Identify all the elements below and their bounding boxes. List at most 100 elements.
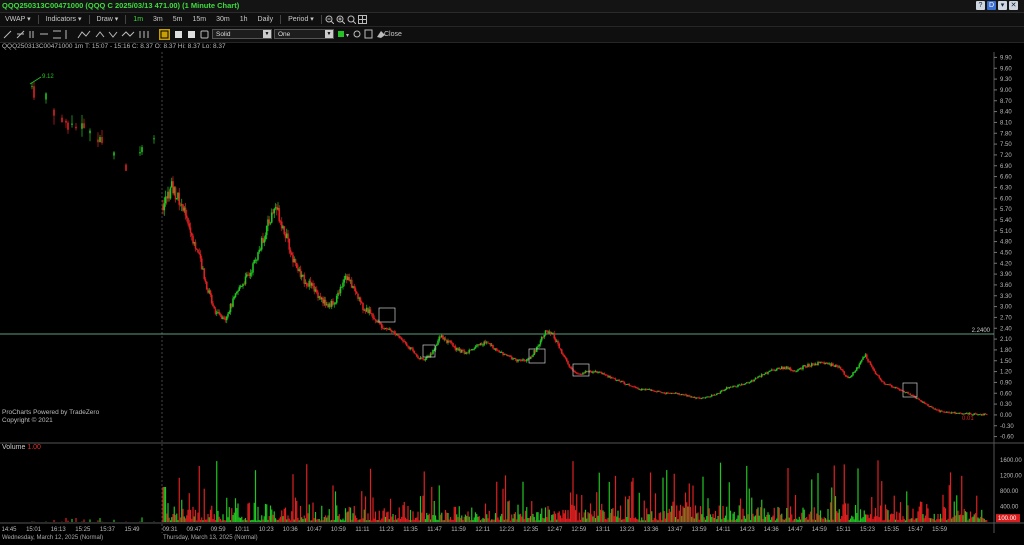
time-tick-label: 12:59 [571,527,587,533]
candle-body [570,367,573,369]
candle-body [312,283,314,287]
volume-bar [489,520,492,522]
volume-bar [953,501,955,522]
timeframe-1h[interactable]: 1h [235,13,253,26]
volume-bar [923,518,925,522]
volume-bar [403,501,405,522]
candle-body [628,384,631,386]
volume-bar [473,517,475,522]
volume-bar [583,512,585,522]
candle-body [510,356,513,360]
candle-body [83,123,85,129]
volume-bar [581,495,583,522]
volume-bar [408,519,410,522]
volume-bar [793,518,795,522]
volume-bar [586,518,588,522]
timeframe-15m[interactable]: 15m [188,13,212,26]
volume-bar [406,519,408,522]
volume-bar [679,504,682,522]
volume-bar [649,472,652,522]
volume-bar [264,503,267,522]
candle-body [240,286,243,287]
volume-bar [83,519,85,522]
timeframe-daily[interactable]: Daily [253,13,279,26]
candle-body [568,364,571,367]
candle-body [975,413,978,415]
volume-bar [353,506,355,522]
volume-bar [652,520,654,522]
volume-bar [211,505,213,522]
ohlc-info: QQQ250313C00471000 1m T: 15:07 - 15:16 C… [2,43,226,50]
candle-body [865,354,868,359]
candle-body [198,252,201,254]
timeframe-1m[interactable]: 1m [128,13,148,26]
volume-bar [399,518,402,522]
volume-bar [516,519,518,522]
branding-line-1: ProCharts Powered by TradeZero [2,409,100,416]
volume-bar [601,503,603,522]
dropdown-chevron-icon[interactable]: ▾ [998,1,1007,10]
candle-body [462,349,464,351]
candle-body [113,152,115,156]
volume-bar [896,511,898,522]
price-tick-label: 3.90 [1000,272,1012,278]
chart-canvas[interactable]: 9.90 9.60 9.30 9.00 8.70 8.40 8.10 7.80 7.50 7.20… [0,0,1024,545]
candle-body [255,259,258,261]
volume-bar [764,516,767,522]
candle-body [883,382,886,384]
candle-body [444,338,447,341]
volume-bar [413,519,415,522]
price-tick-label: 2.40 [1000,326,1012,332]
volume-bar [286,519,288,522]
line-style-select[interactable]: Solid ▼ [212,29,272,39]
volume-bar [341,520,343,522]
crosshair-icon[interactable] [357,14,368,25]
candle-body [353,286,356,289]
volume-bar [717,515,719,522]
time-tick-label: 14:23 [740,527,756,533]
volume-bar [914,518,917,522]
volume-bar [277,520,279,522]
close-icon[interactable]: ✕ [1009,1,1018,10]
volume-bar [939,513,942,522]
candle-body [265,225,268,236]
volume-bar [689,506,692,522]
volume-bar [704,519,707,522]
volume-bar [973,514,975,522]
zoom-in-icon[interactable] [335,14,346,25]
layout-d-button[interactable]: D [987,1,996,10]
volume-bar [857,468,859,522]
candle-body [678,393,681,395]
volume-bar [379,520,382,522]
help-icon[interactable]: ? [976,1,985,10]
vwap-menu[interactable]: VWAP ▾ [0,13,36,26]
time-tick-label: 15:49 [124,527,140,533]
timeframe-30m[interactable]: 30m [211,13,235,26]
draw-menu[interactable]: Draw ▾ [92,13,124,26]
line-width-select[interactable]: One ▼ [274,29,334,39]
zoom-reset-icon[interactable] [346,14,357,25]
time-tick-label: 16:13 [51,527,67,533]
close-drawing-button[interactable]: Close [379,28,407,41]
volume-bar [712,513,714,522]
indicators-menu[interactable]: Indicators ▾ [41,13,87,26]
volume-title: Volume [2,444,26,451]
volume-bar [527,518,529,522]
volume-bar [982,517,984,522]
volume-bar [743,515,745,522]
candle-body [81,123,83,129]
timeframe-3m[interactable]: 3m [148,13,168,26]
volume-bar [338,514,340,522]
volume-bar [949,472,952,522]
zoom-out-icon[interactable] [324,14,335,25]
volume-bar [672,501,674,522]
drawing-tools[interactable] [0,27,210,42]
candle-body [920,400,923,403]
candle-body [505,354,508,356]
candle-body [185,215,188,219]
period-menu[interactable]: Period ▾ [283,13,319,26]
time-tick-label: 10:59 [331,527,347,533]
candle-body [769,370,772,372]
timeframe-5m[interactable]: 5m [168,13,188,26]
candle-body [200,258,203,270]
